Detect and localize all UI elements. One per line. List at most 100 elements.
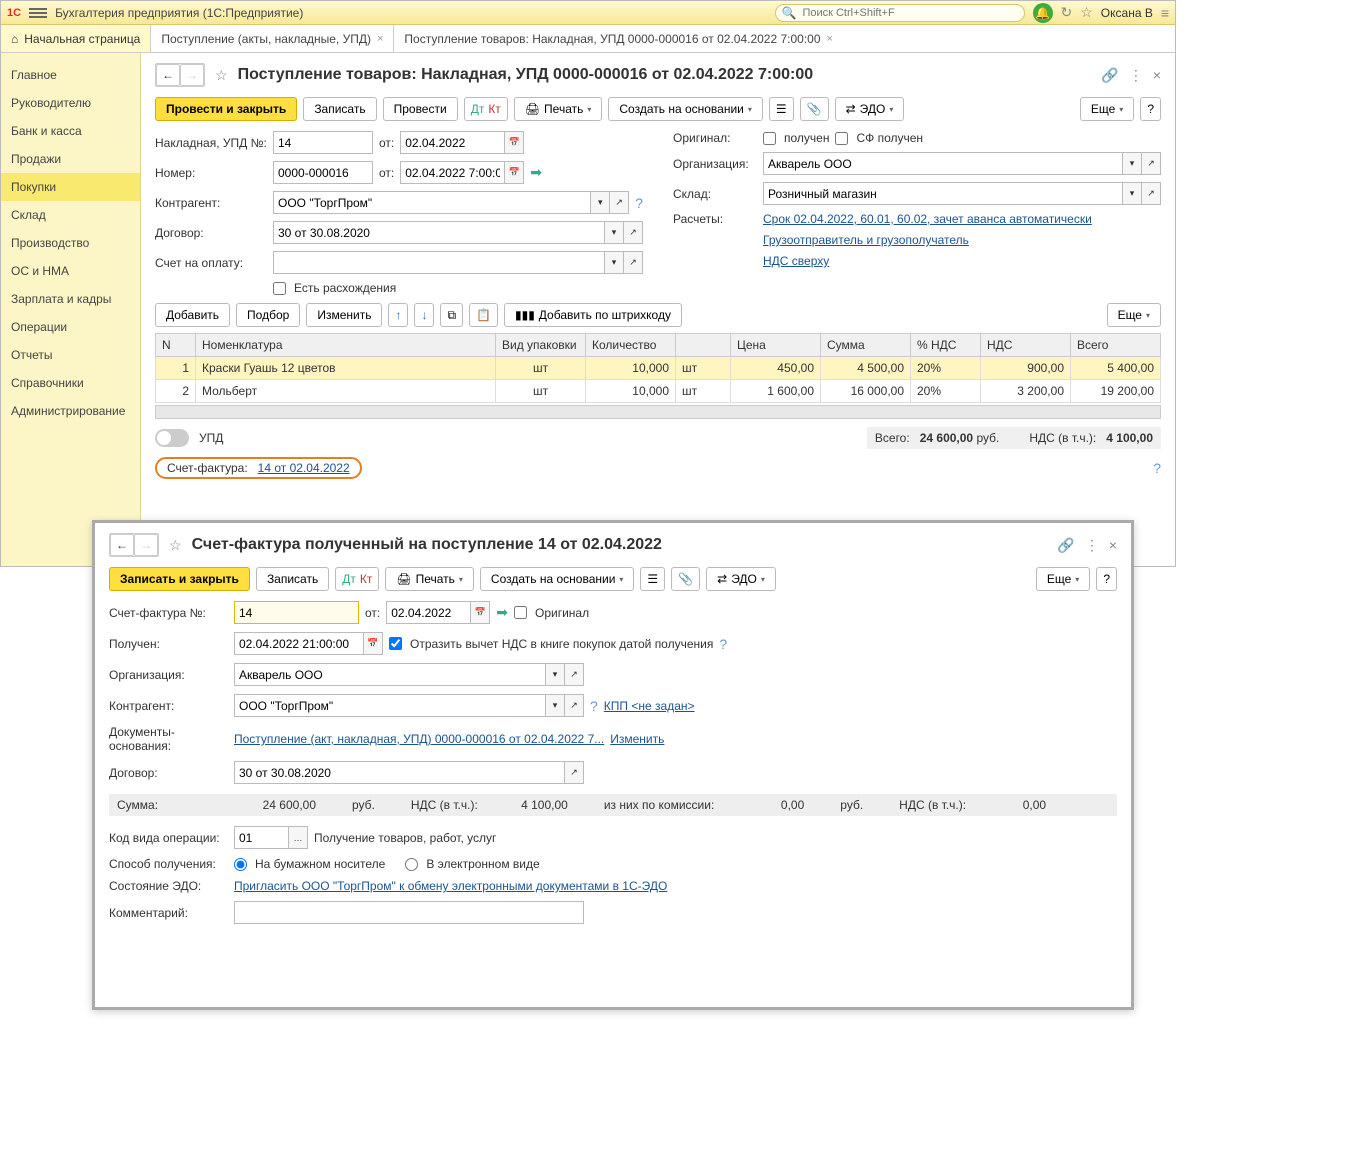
open-icon[interactable]: ↗ — [624, 221, 643, 244]
open-icon[interactable]: ↗ — [1142, 152, 1161, 175]
menu-icon[interactable] — [29, 6, 47, 20]
edo-button[interactable]: ⇄ЭДО▾ — [835, 97, 905, 121]
move-up-button[interactable]: ↑ — [388, 303, 408, 327]
col-price[interactable]: Цена — [731, 334, 821, 357]
write-button[interactable]: Записать — [303, 97, 376, 121]
link-icon[interactable]: 🔗 — [1101, 67, 1118, 84]
help-icon[interactable]: ? — [719, 636, 727, 652]
col-unit[interactable] — [676, 334, 731, 357]
more-button[interactable]: Еще▾ — [1036, 567, 1090, 591]
sidebar-item-reports[interactable]: Отчеты — [1, 341, 140, 369]
print-button[interactable]: 🖨Печать▾ — [514, 97, 603, 121]
sidebar-item-assets[interactable]: ОС и НМА — [1, 257, 140, 285]
tab-home[interactable]: ⌂ Начальная страница — [1, 25, 150, 52]
paper-radio[interactable]: На бумажном носителе — [234, 857, 385, 871]
sklad-input[interactable] — [763, 182, 1123, 205]
dropdown-icon[interactable]: ▾ — [605, 251, 624, 274]
nakl-date-input[interactable] — [400, 131, 505, 154]
received-checkbox[interactable] — [763, 132, 776, 145]
print-button[interactable]: 🖨Печать▾ — [385, 567, 474, 591]
sf-date-input[interactable] — [386, 601, 471, 624]
search-box[interactable]: 🔍 — [775, 4, 1025, 22]
number-date-input[interactable] — [400, 161, 505, 184]
dogovor-input[interactable] — [273, 221, 605, 244]
post-button[interactable]: Провести — [383, 97, 458, 121]
search-input[interactable] — [800, 6, 1017, 20]
sidebar-item-main[interactable]: Главное — [1, 61, 140, 89]
calendar-icon[interactable]: 📅 — [505, 161, 524, 184]
table-row[interactable]: 2 Мольберт шт 10,000 шт 1 600,00 16 000,… — [156, 380, 1161, 403]
col-qty[interactable]: Количество — [586, 334, 676, 357]
tab-receipts-list[interactable]: Поступление (акты, накладные, УПД) × — [150, 25, 393, 52]
create-based-button[interactable]: Создать на основании▾ — [608, 97, 763, 121]
write-button[interactable]: Записать — [256, 567, 329, 591]
comment-input[interactable] — [234, 901, 584, 924]
settings-icon[interactable]: ≡ — [1161, 5, 1169, 21]
col-total[interactable]: Всего — [1071, 334, 1161, 357]
attach-button[interactable]: 📎 — [800, 97, 829, 121]
invoice-input[interactable] — [273, 251, 605, 274]
open-icon[interactable]: ↗ — [610, 191, 629, 214]
col-vat[interactable]: НДС — [981, 334, 1071, 357]
contragent-input[interactable] — [234, 694, 546, 717]
edo-button[interactable]: ⇄ЭДО▾ — [706, 567, 776, 591]
edo-invite-link[interactable]: Пригласить ООО "ТоргПром" к обмену элект… — [234, 879, 1117, 893]
close-icon[interactable]: × — [827, 33, 833, 45]
dropdown-icon[interactable]: ▾ — [546, 694, 565, 717]
sidebar-item-operations[interactable]: Операции — [1, 313, 140, 341]
sidebar-item-manager[interactable]: Руководителю — [1, 89, 140, 117]
structure-button[interactable]: ☰ — [640, 567, 665, 591]
contragent-input[interactable] — [273, 191, 591, 214]
forward-button[interactable]: → — [134, 534, 158, 556]
create-based-button[interactable]: Создать на основании▾ — [480, 567, 635, 591]
arrow-icon[interactable]: ➡ — [530, 164, 542, 181]
col-name[interactable]: Номенклатура — [196, 334, 496, 357]
dtkt-button[interactable]: ДтКт — [335, 567, 379, 591]
star-icon[interactable]: ☆ — [169, 537, 182, 554]
move-down-button[interactable]: ↓ — [414, 303, 434, 327]
back-button[interactable]: ← — [110, 534, 134, 556]
help-button[interactable]: ? — [1140, 97, 1161, 121]
upd-toggle[interactable] — [155, 429, 189, 447]
received-date-input[interactable] — [234, 632, 364, 655]
change-link[interactable]: Изменить — [610, 732, 664, 746]
kebab-icon[interactable]: ⋮ — [1129, 67, 1143, 84]
open-icon[interactable]: ↗ — [624, 251, 643, 274]
help-icon[interactable]: ? — [1153, 460, 1161, 476]
help-icon[interactable]: ? — [635, 195, 643, 211]
open-icon[interactable]: ↗ — [565, 761, 584, 784]
sidebar-item-salary[interactable]: Зарплата и кадры — [1, 285, 140, 313]
barcode-button[interactable]: ▮▮▮Добавить по штрихкоду — [504, 303, 682, 327]
attach-button[interactable]: 📎 — [671, 567, 700, 591]
table-row[interactable]: 1 Краски Гуашь 12 цветов шт 10,000 шт 45… — [156, 357, 1161, 380]
sf-link[interactable]: 14 от 02.04.2022 — [258, 461, 350, 475]
dogovor-input[interactable] — [234, 761, 565, 784]
sidebar-item-bank[interactable]: Банк и касса — [1, 117, 140, 145]
tab-receipt-doc[interactable]: Поступление товаров: Накладная, УПД 0000… — [393, 25, 843, 52]
paste-button[interactable]: 📋 — [469, 303, 498, 327]
calendar-icon[interactable]: 📅 — [471, 601, 490, 624]
reflect-checkbox[interactable] — [389, 637, 402, 650]
sidebar-item-admin[interactable]: Администрирование — [1, 397, 140, 425]
dropdown-icon[interactable]: ▾ — [591, 191, 610, 214]
org-input[interactable] — [763, 152, 1123, 175]
post-and-close-button[interactable]: Провести и закрыть — [155, 97, 297, 121]
bell-icon[interactable]: 🔔 — [1033, 3, 1053, 23]
kpp-link[interactable]: КПП <не задан> — [604, 699, 695, 713]
open-icon[interactable]: ↗ — [565, 663, 584, 686]
save-and-close-button[interactable]: Записать и закрыть — [109, 567, 250, 591]
history-icon[interactable]: ↻ — [1061, 4, 1073, 21]
org-input[interactable] — [234, 663, 546, 686]
add-row-button[interactable]: Добавить — [155, 303, 230, 327]
discrepancy-checkbox[interactable] — [273, 282, 286, 295]
help-button[interactable]: ? — [1096, 567, 1117, 591]
arrow-icon[interactable]: ➡ — [496, 604, 508, 621]
close-icon[interactable]: × — [377, 33, 383, 45]
help-icon[interactable]: ? — [590, 698, 598, 714]
structure-button[interactable]: ☰ — [769, 97, 794, 121]
horizontal-scrollbar[interactable] — [155, 405, 1161, 419]
copy-button[interactable]: ⧉ — [440, 303, 463, 327]
user-name[interactable]: Оксана В — [1101, 6, 1153, 20]
basis-link[interactable]: Поступление (акт, накладная, УПД) 0000-0… — [234, 732, 604, 746]
sidebar-item-warehouse[interactable]: Склад — [1, 201, 140, 229]
